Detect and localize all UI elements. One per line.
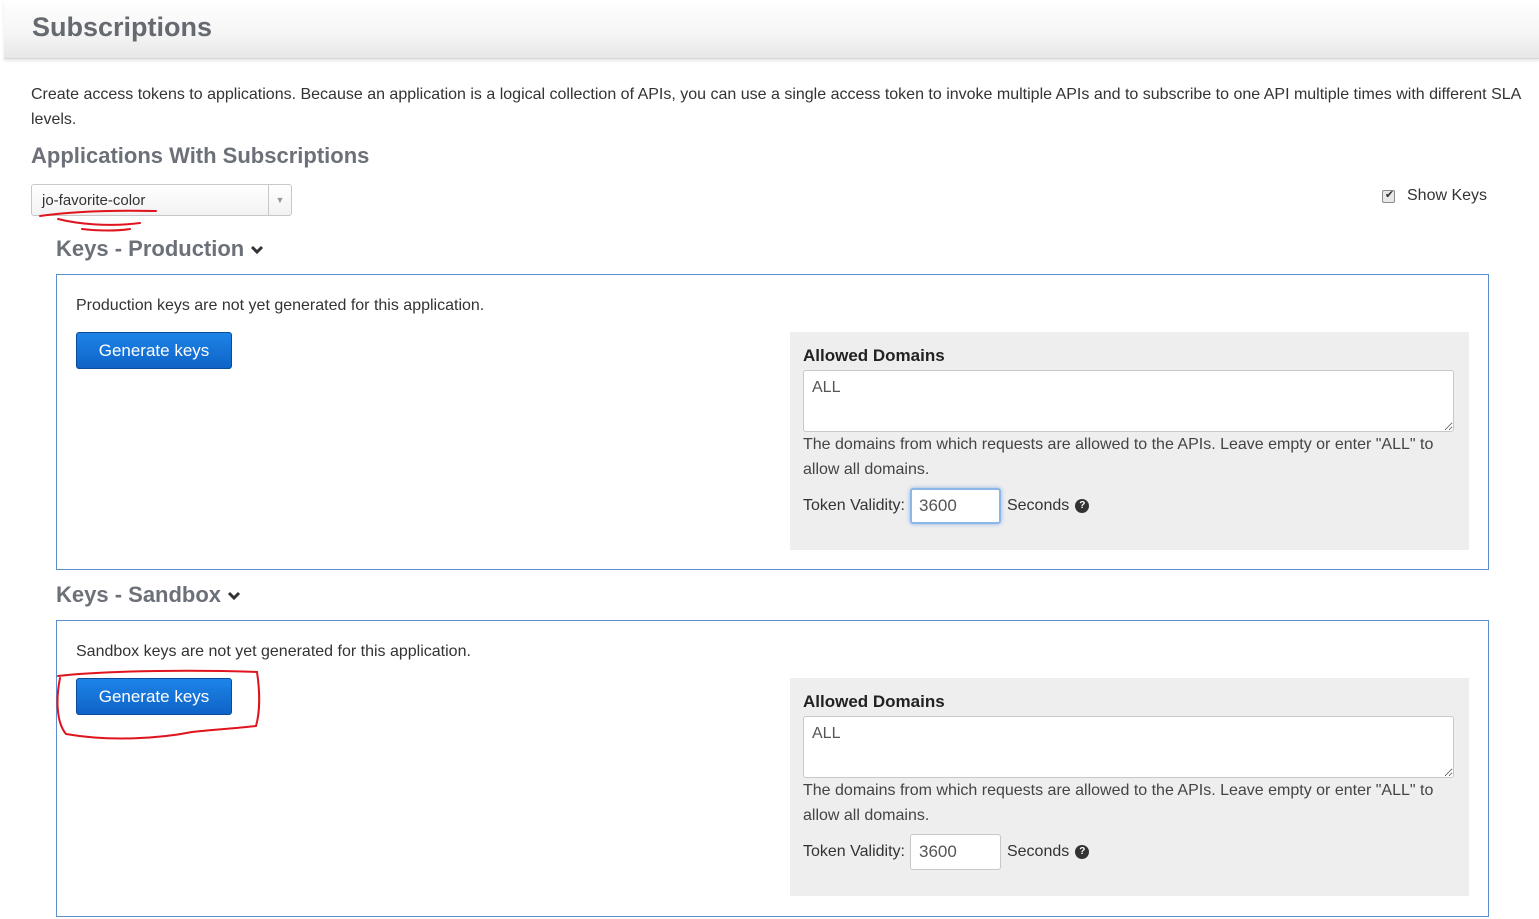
red-underline-annotation: [39, 209, 157, 232]
sandbox-domain-panel: Allowed Domains ALL The domains from whi…: [790, 678, 1469, 896]
production-token-validity-row: Token Validity: Seconds ?: [803, 488, 1090, 524]
production-token-validity-input[interactable]: [909, 488, 1001, 524]
production-domain-panel: Allowed Domains ALL The domains from whi…: [790, 332, 1469, 550]
sandbox-domains-help: The domains from which requests are allo…: [803, 782, 1434, 824]
production-allowed-domains-label: Allowed Domains: [803, 346, 945, 365]
chevron-down-icon[interactable]: [250, 245, 264, 255]
production-token-validity-label: Token Validity:: [803, 497, 905, 514]
keys-sandbox-heading[interactable]: Keys - Sandbox: [56, 582, 241, 608]
keys-production-heading[interactable]: Keys - Production: [56, 236, 264, 262]
dropdown-arrow-icon[interactable]: ▼: [268, 185, 291, 215]
production-allowed-domains-field[interactable]: ALL: [803, 370, 1454, 432]
chevron-down-icon[interactable]: [227, 591, 241, 601]
sandbox-token-validity-row: Token Validity: Seconds ?: [803, 834, 1090, 870]
production-generate-keys-button[interactable]: Generate keys: [76, 332, 232, 369]
sandbox-seconds-label: Seconds: [1006, 843, 1070, 860]
red-circle-annotation: [56, 669, 261, 740]
page-header: Subscriptions: [4, 0, 1539, 59]
page-title: Subscriptions: [32, 12, 213, 42]
show-keys-label: Show Keys: [1407, 187, 1488, 204]
sandbox-token-validity-label: Token Validity:: [803, 843, 905, 860]
checkmark-icon: ✔: [1384, 188, 1395, 201]
sandbox-keys-message: Sandbox keys are not yet generated for t…: [76, 643, 471, 660]
production-keys-panel: Production keys are not yet generated fo…: [56, 274, 1489, 570]
help-icon[interactable]: ?: [1075, 499, 1090, 513]
sandbox-allowed-domains-field[interactable]: ALL: [803, 716, 1454, 778]
keys-production-title: Keys - Production: [56, 236, 245, 261]
show-keys-toggle[interactable]: ✔ Show Keys: [1382, 186, 1487, 206]
sandbox-keys-panel: Sandbox keys are not yet generated for t…: [56, 620, 1489, 917]
applications-heading: Applications With Subscriptions: [31, 143, 370, 168]
production-keys-message: Production keys are not yet generated fo…: [76, 297, 485, 314]
keys-sandbox-title: Keys - Sandbox: [56, 582, 222, 607]
sandbox-token-validity-input[interactable]: [909, 834, 1001, 870]
show-keys-checkbox[interactable]: ✔: [1382, 188, 1395, 203]
help-icon[interactable]: ?: [1075, 845, 1090, 859]
production-seconds-label: Seconds: [1006, 497, 1070, 514]
production-domains-help: The domains from which requests are allo…: [803, 436, 1434, 478]
intro-text: Create access tokens to applications. Be…: [31, 86, 1521, 128]
sandbox-allowed-domains-label: Allowed Domains: [803, 692, 945, 711]
